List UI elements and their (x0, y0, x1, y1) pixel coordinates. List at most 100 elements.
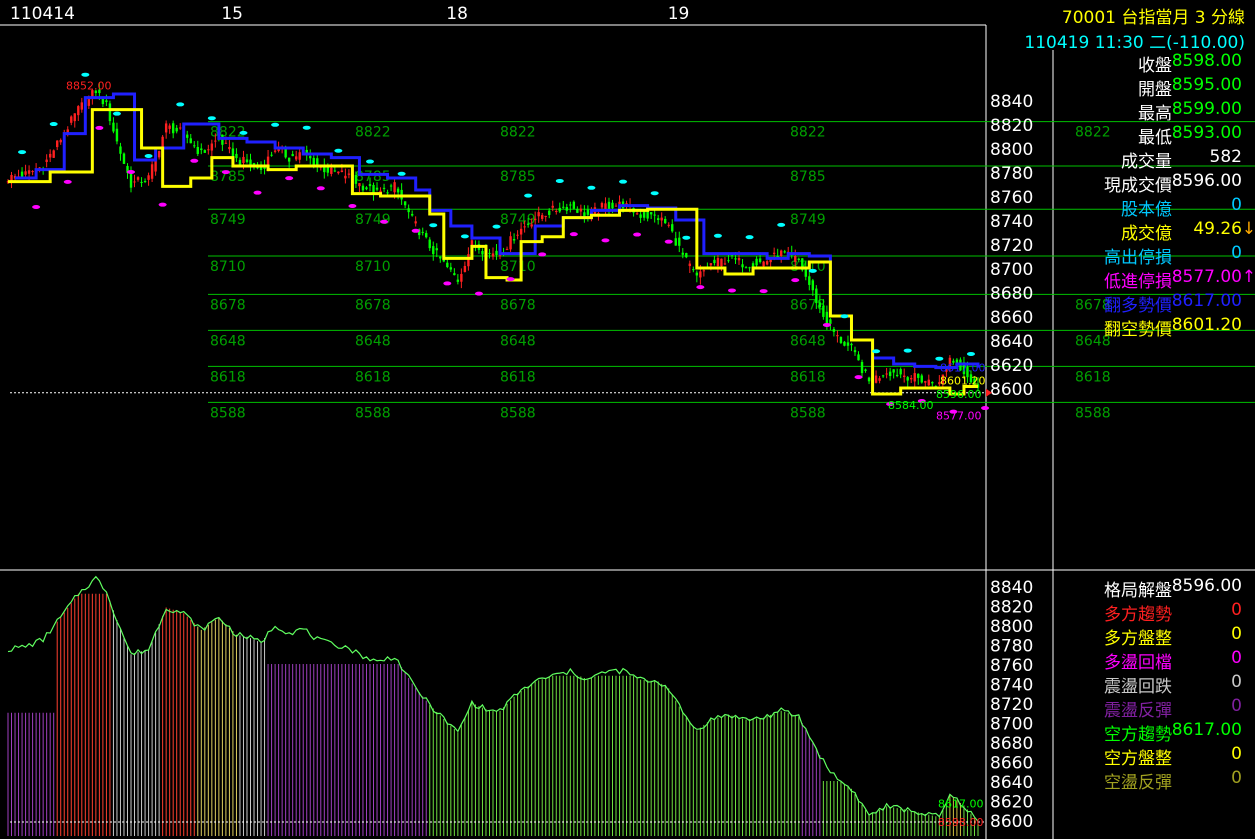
candle-body (333, 170, 337, 172)
y-tick-pattern: 8660 (990, 754, 1033, 774)
quote-value: 8593.00 (1171, 123, 1242, 143)
quote-volume: 成交量 582 (1056, 147, 1252, 172)
candle-body (224, 142, 228, 144)
candle-body (456, 279, 460, 282)
level-label: 8678 (355, 297, 391, 313)
candle-body (463, 265, 467, 272)
candle-body (822, 305, 825, 317)
candle-body (681, 252, 684, 255)
candle-body (765, 261, 769, 265)
candle-body (509, 236, 512, 250)
quote-label: 翻多勢價 (1104, 296, 1172, 316)
candle-body (460, 273, 463, 282)
level-label: 8588 (500, 405, 536, 421)
quote-value: 0 (1231, 243, 1242, 263)
chart-title: 70001 台指當月 3 分線 (1061, 8, 1245, 28)
candle-body (860, 361, 864, 374)
quote-value: 8617.00 (1171, 291, 1242, 311)
candle-body (186, 134, 189, 138)
candle-body (242, 156, 245, 163)
candle-body (688, 263, 692, 267)
candle-body (744, 267, 748, 269)
quote-value: 8601.20 (1171, 315, 1242, 335)
candle-body (358, 183, 361, 187)
magenta-mark (538, 252, 547, 257)
cyan-mark (524, 193, 533, 198)
quote-value: 8596.00 (1171, 171, 1242, 191)
candle-body (56, 140, 59, 148)
cyan-mark (872, 349, 881, 354)
cyan-mark (587, 185, 596, 190)
magenta-mark (696, 285, 705, 290)
quote-low: 最低 8593.00 (1056, 123, 1252, 148)
candle-body (24, 171, 27, 175)
pattern-label: 格局解盤 (1104, 581, 1172, 601)
quote-high_stop: 高出停損 0 (1056, 243, 1252, 268)
candle-body (804, 268, 807, 277)
candle-body (635, 213, 639, 215)
candle-body (853, 350, 857, 353)
pattern-bull_pull: 多盪回檔 0 (1056, 648, 1252, 673)
candle-body (245, 159, 249, 163)
y-tick-main: 8720 (990, 236, 1033, 256)
candle-body (924, 381, 927, 383)
magenta-mark (506, 277, 515, 282)
candle-body (639, 214, 642, 218)
pattern-label: 震盪反彈 (1104, 701, 1172, 721)
magenta-mark (569, 232, 578, 237)
magenta-mark (348, 203, 357, 208)
level-label: 8822 (500, 125, 536, 141)
candle-body (389, 185, 393, 187)
candle-body (537, 212, 540, 217)
candle-body (210, 143, 214, 151)
cyan-mark (334, 148, 343, 153)
level-label: 8749 (500, 212, 536, 228)
y-tick-main: 8780 (990, 164, 1033, 184)
candle-body (667, 224, 670, 226)
candle-body (818, 302, 822, 308)
magenta-mark (32, 205, 41, 210)
level-label: 8588 (210, 405, 246, 421)
y-tick-pattern: 8840 (990, 578, 1033, 598)
candle-body (565, 207, 569, 211)
candle-body (530, 224, 533, 227)
candle-body (815, 288, 818, 304)
candle-body (112, 122, 115, 132)
candle-body (734, 258, 737, 260)
candle-body (309, 156, 312, 159)
y-tick-main: 8660 (990, 308, 1033, 328)
candle-body (888, 371, 892, 377)
candle-body (660, 217, 663, 221)
candle-body (467, 254, 470, 267)
candle-body (902, 375, 906, 378)
price-annotation: 8584.00 (888, 399, 934, 412)
candle-body (407, 208, 410, 213)
level-label: 8648 (210, 333, 246, 349)
cyan-mark (49, 122, 58, 127)
level-label: 8710 (355, 259, 391, 275)
pattern-bear_trend: 空方趨勢 8617.00 (1056, 720, 1252, 745)
cyan-mark (112, 111, 121, 116)
pattern-bars: 8617.00 8598.00 (7, 575, 986, 836)
cyan-mark (808, 268, 817, 273)
price-annotation: 8577.00 (936, 410, 982, 423)
magenta-mark (158, 202, 167, 207)
candle-body (899, 369, 902, 375)
candle-body (910, 377, 913, 380)
level-label: 8618 (500, 369, 536, 385)
y-tick-main: 8700 (990, 260, 1033, 280)
quote-panel: 收盤 8598.00 開盤 8595.00 最高 8599.00 最低 8593.00 成交量 5… (1056, 51, 1255, 340)
quote-value: 49.26 (1193, 219, 1242, 239)
candle-body (576, 208, 579, 213)
candle-body (825, 311, 829, 325)
candle-body (653, 214, 656, 216)
candle-body (228, 146, 231, 150)
y-tick-main: 8800 (990, 140, 1033, 160)
magenta-mark (664, 239, 673, 244)
candle-body (101, 98, 105, 105)
candle-body (347, 173, 351, 175)
indicator-lines (8, 92, 980, 396)
candle-body (203, 150, 207, 153)
quote-value: 8577.00 (1171, 267, 1242, 287)
candle-body (284, 149, 287, 158)
